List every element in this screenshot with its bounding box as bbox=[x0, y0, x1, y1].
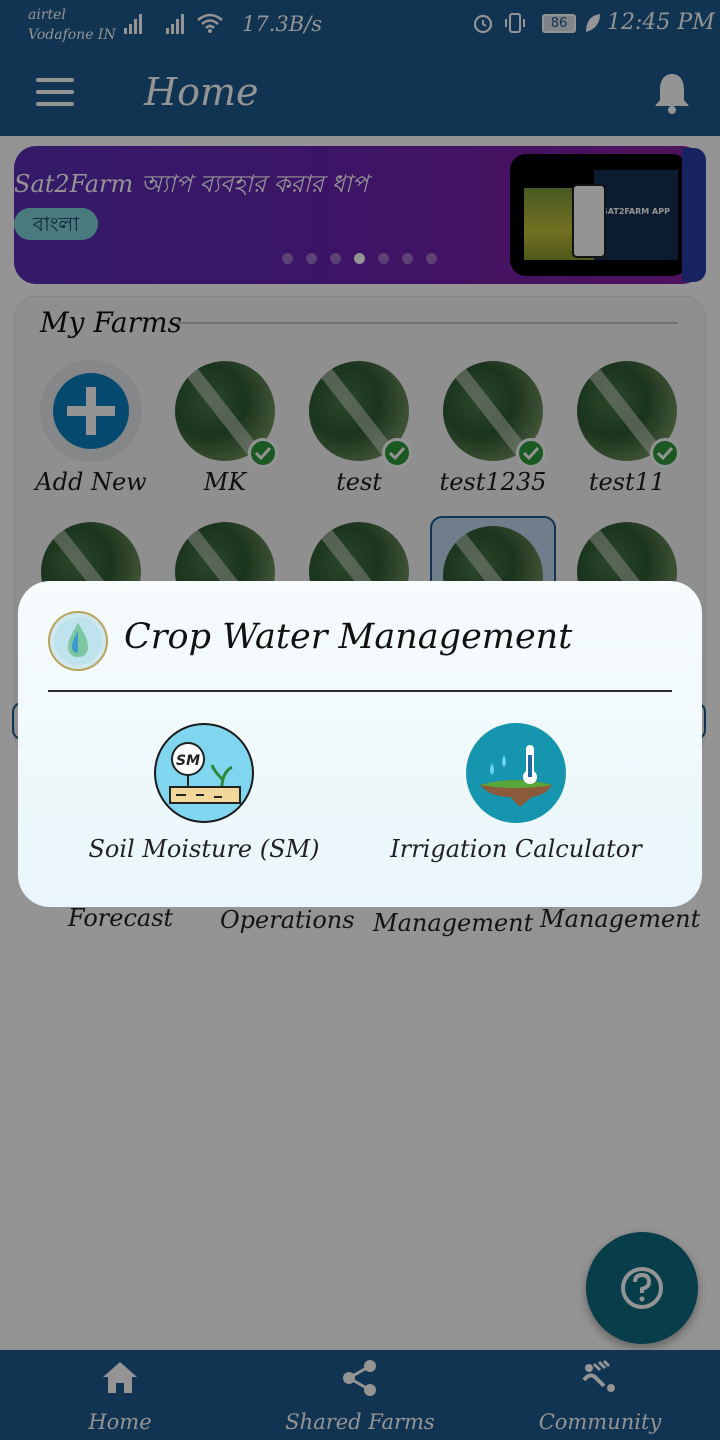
crop-water-management-dialog: Crop Water Management SM Soil Moisture (… bbox=[18, 581, 702, 907]
irrigation-calculator-icon[interactable] bbox=[466, 723, 566, 823]
dialog-title: Crop Water Management bbox=[124, 617, 573, 657]
soil-moisture-icon[interactable]: SM bbox=[154, 723, 254, 823]
soil-moisture-option[interactable]: Soil Moisture (SM) bbox=[54, 835, 354, 863]
dialog-divider bbox=[48, 690, 672, 692]
svg-text:SM: SM bbox=[176, 753, 200, 769]
water-drop-icon bbox=[48, 611, 108, 671]
irrigation-calculator-option[interactable]: Irrigation Calculator bbox=[366, 835, 666, 863]
